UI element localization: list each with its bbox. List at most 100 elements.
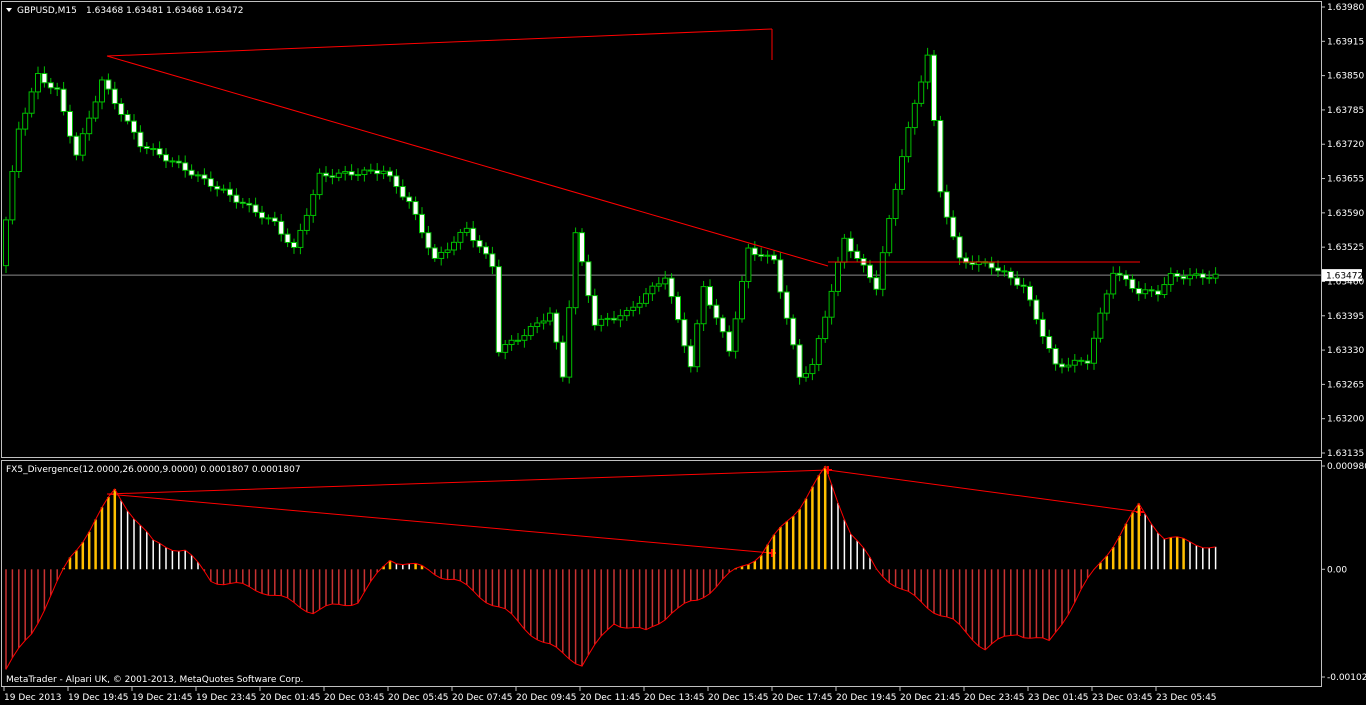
- candle-body: [790, 317, 797, 346]
- candle-body: [28, 91, 35, 114]
- candle-body: [22, 112, 29, 130]
- candle-body: [822, 316, 829, 340]
- candle-body: [342, 171, 349, 174]
- candle-body: [323, 172, 329, 177]
- candle-body: [1039, 318, 1046, 338]
- candle-body: [931, 54, 937, 121]
- price-tick-label: 1.63330: [1327, 346, 1364, 356]
- candle-body: [54, 87, 61, 90]
- candle-body: [291, 241, 297, 248]
- candle-body: [726, 331, 733, 352]
- candle-body: [246, 202, 253, 206]
- time-tick-label: 19 Dec 2013: [4, 693, 62, 703]
- candle-body: [892, 188, 899, 220]
- candle-body: [201, 174, 208, 180]
- candle-body: [92, 101, 99, 119]
- candle-body: [239, 201, 246, 204]
- time-tick-label: 20 Dec 11:45: [580, 693, 641, 703]
- time-axis: 19 Dec 2013 19 Dec 19:45 19 Dec 21:45 19 De…: [3, 687, 1217, 703]
- time-tick-label: 20 Dec 09:45: [516, 693, 577, 703]
- candle-body: [630, 306, 637, 311]
- indicator-axis: 0.000980 0.00 -0.001022: [1321, 462, 1366, 683]
- candle-body: [444, 249, 451, 253]
- candle-body: [188, 169, 195, 176]
- candle-body: [534, 322, 541, 328]
- candle-body: [956, 236, 963, 259]
- candle-body: [431, 247, 438, 259]
- candle-body: [905, 127, 912, 158]
- candle-body: [879, 252, 886, 290]
- candle-body: [783, 291, 790, 319]
- candle-body: [143, 146, 150, 150]
- candle-body: [707, 286, 713, 306]
- candle-body: [1084, 360, 1091, 364]
- candle-body: [847, 237, 854, 252]
- candle-body: [1142, 289, 1149, 295]
- candle-body: [1103, 293, 1110, 314]
- candle-body: [828, 290, 835, 318]
- candle-body: [214, 185, 221, 190]
- candle-body: [1065, 364, 1072, 368]
- candle-body: [412, 201, 419, 215]
- symbol-label: GBPUSD,M15: [17, 6, 77, 16]
- candle-body: [719, 317, 726, 333]
- time-tick-label: 20 Dec 13:45: [644, 693, 705, 703]
- price-tick-label: 1.63655: [1327, 175, 1364, 185]
- mt4-chart-window[interactable]: 1.63980 1.63915 1.63850 1.63785 1.63720 1.636…: [0, 0, 1366, 705]
- candle-body: [636, 302, 643, 308]
- candle-body: [687, 345, 694, 368]
- candle-body: [361, 169, 368, 176]
- candle-body: [438, 251, 445, 259]
- candle-body: [316, 172, 323, 196]
- candle-body: [796, 344, 803, 378]
- price-panel[interactable]: [1, 1, 1322, 458]
- candle-body: [1161, 284, 1168, 296]
- candle-body: [502, 344, 509, 353]
- candle-body: [495, 266, 502, 353]
- price-tick-label: 1.63135: [1327, 449, 1364, 459]
- candle-body: [521, 335, 528, 341]
- price-tick-label: 1.63200: [1327, 415, 1364, 425]
- candle-body: [1116, 272, 1123, 276]
- candle-body: [195, 174, 201, 177]
- candle-body: [1059, 363, 1065, 368]
- candle-body: [374, 169, 381, 175]
- candle-body: [1110, 272, 1117, 295]
- candle-body: [668, 277, 675, 298]
- candle-body: [918, 81, 925, 104]
- price-tick-label: 1.63720: [1327, 140, 1364, 150]
- candle-body: [406, 196, 413, 203]
- candle-body: [835, 261, 841, 292]
- candle-body: [566, 307, 573, 378]
- candle-body: [348, 171, 355, 176]
- candle-body: [732, 318, 739, 352]
- ohlc-values: 1.63468 1.63481 1.63468 1.63472: [86, 6, 243, 16]
- time-tick-label: 20 Dec 03:45: [324, 693, 385, 703]
- time-tick-label: 20 Dec 23:45: [964, 693, 1025, 703]
- candle-body: [739, 280, 745, 320]
- candle-body: [271, 217, 278, 222]
- candle-body: [111, 88, 118, 105]
- candle-body: [617, 315, 624, 321]
- candle-body: [508, 339, 515, 346]
- candle-body: [1199, 273, 1206, 279]
- candle-body: [764, 254, 771, 257]
- candle-body: [1206, 277, 1213, 280]
- candle-body: [1187, 274, 1193, 280]
- candle-body: [1007, 271, 1014, 279]
- indicator-panel[interactable]: [1, 460, 1322, 687]
- candle-body: [169, 160, 176, 163]
- candle-body: [131, 120, 137, 133]
- candle-body: [470, 227, 477, 242]
- candle-body: [995, 267, 1001, 272]
- time-tick-label: 19 Dec 21:45: [132, 693, 193, 703]
- price-tick-label: 1.63980: [1327, 3, 1364, 13]
- candle-body: [476, 240, 483, 248]
- candle-body: [1097, 312, 1104, 339]
- candle-body: [675, 296, 681, 321]
- candle-body: [1123, 274, 1129, 280]
- candle-body: [1001, 270, 1008, 273]
- candle-body: [207, 178, 214, 187]
- copyright-text: MetaTrader - Alpari UK, © 2001-2013, Met…: [6, 675, 303, 685]
- candle-body: [393, 175, 400, 188]
